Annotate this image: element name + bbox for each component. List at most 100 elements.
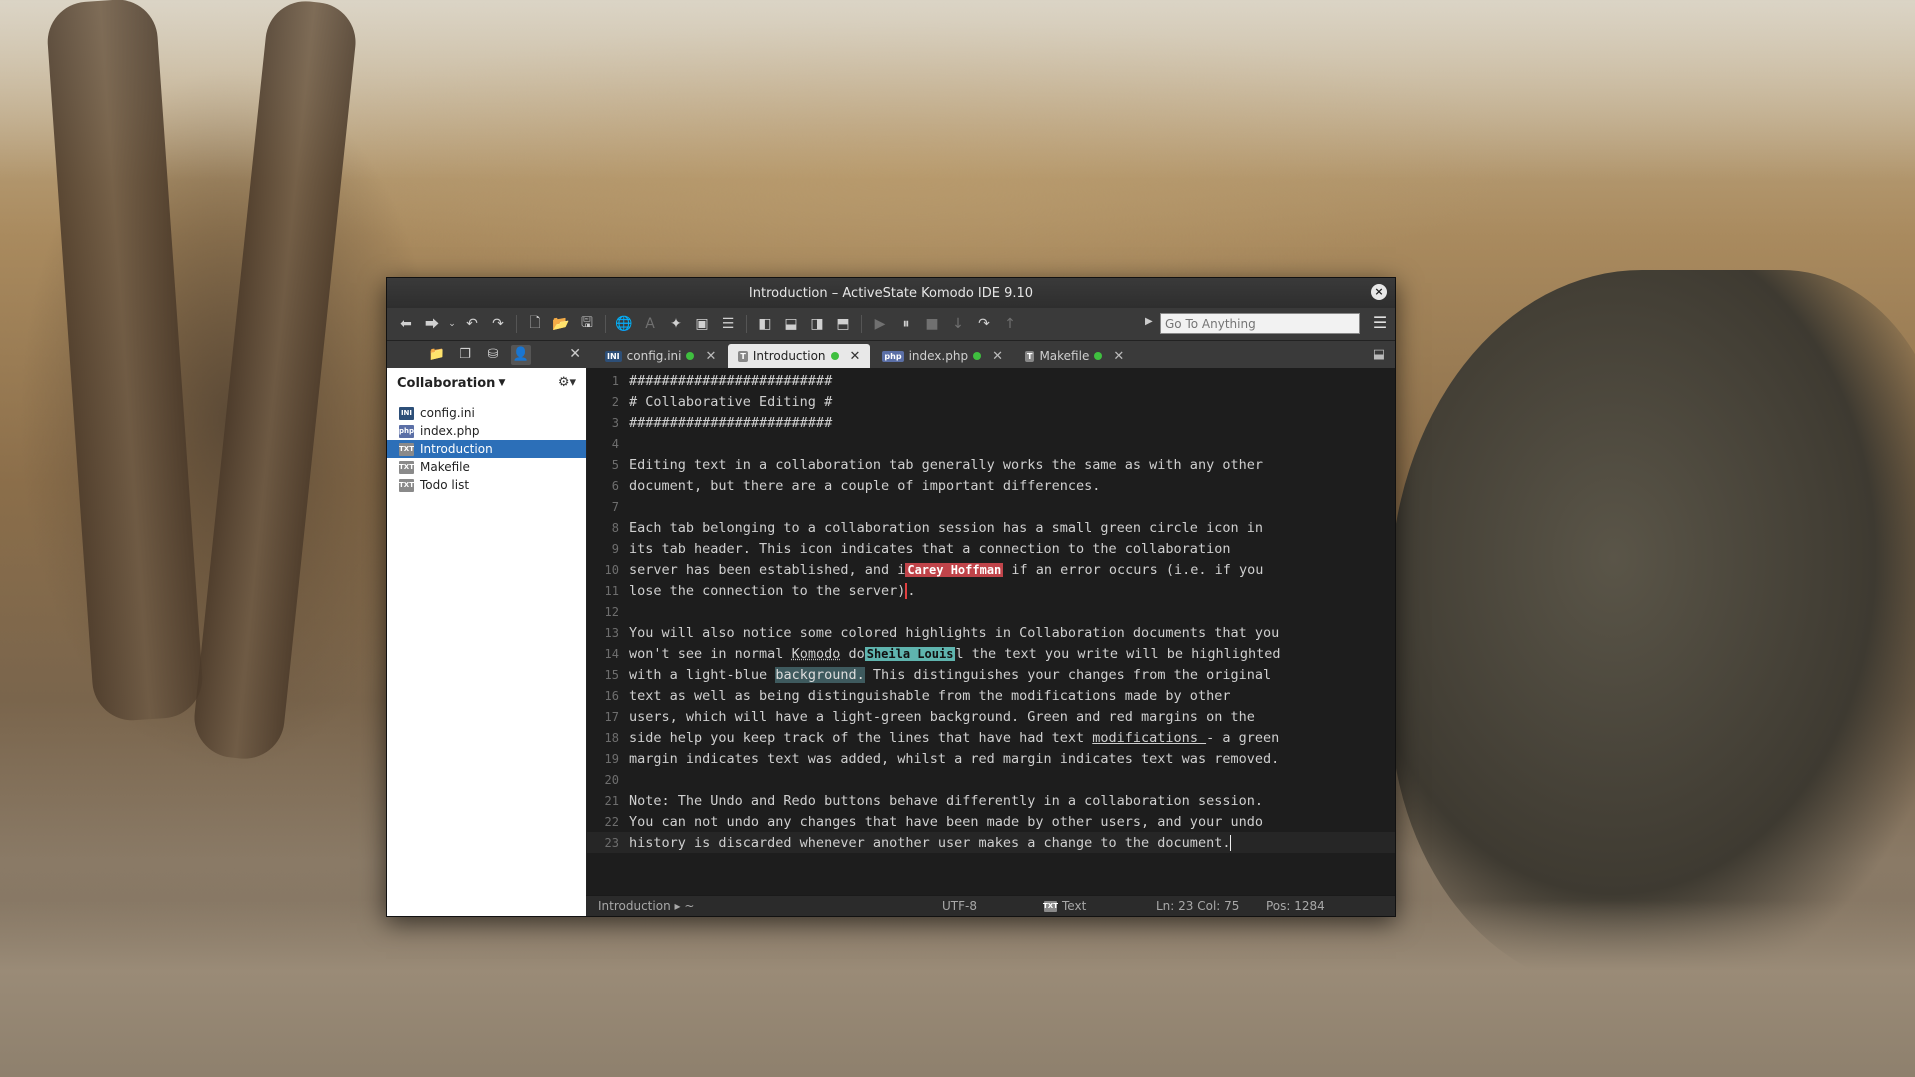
save-icon[interactable]: 🖫 — [576, 313, 598, 335]
sidebar-tab-icons: 📁 ❐ ⛁ 👤 ✕ — [387, 341, 587, 368]
sidebar-item-index-php[interactable]: php index.php — [387, 422, 586, 440]
forward-arrow-icon[interactable]: ⮕ — [421, 313, 443, 335]
places-folder-icon[interactable]: 📁 — [427, 345, 447, 365]
tab-label: config.ini — [626, 349, 682, 363]
line-text: document, but there are a couple of impo… — [629, 477, 1101, 494]
sidebar-item-makefile[interactable]: TXT Makefile — [387, 458, 586, 476]
toggle-bottom-pane-icon[interactable]: ⬓ — [1373, 347, 1385, 362]
editor-line: 13 You will also notice some colored high… — [587, 622, 1395, 643]
chevron-down-icon[interactable]: ▼ — [498, 378, 505, 388]
wallpaper-ground — [0, 900, 1915, 1077]
line-text: Each tab belonging to a collaboration se… — [629, 519, 1263, 536]
close-tab-icon[interactable]: ✕ — [850, 349, 861, 364]
line-number: 5 — [611, 457, 619, 472]
goto-scope-arrow-icon[interactable]: ▶ — [1145, 316, 1153, 327]
database-icon[interactable]: ⛁ — [483, 345, 503, 365]
status-breadcrumb[interactable]: Introduction ▸ ~ — [598, 899, 694, 913]
bottom-pane-toggle-icon[interactable]: ⬓ — [780, 313, 802, 335]
browser-preview-icon[interactable]: 🌐 — [613, 313, 635, 335]
collaboration-icon[interactable]: 👤 — [511, 344, 531, 365]
line-text-part: won't see in normal — [629, 645, 792, 662]
tab-config-ini[interactable]: INI config.ini ✕ — [595, 344, 727, 368]
line-text: text as well as being distinguishable fr… — [629, 687, 1231, 704]
tab-makefile[interactable]: T Makefile ✕ — [1014, 344, 1135, 368]
line-text: You can not undo any changes that have b… — [629, 813, 1263, 830]
step-out-icon[interactable]: ↑ — [999, 313, 1021, 335]
editor-line: 22 You can not undo any changes that have… — [587, 811, 1395, 832]
status-char-pos: Pos: 1284 — [1266, 899, 1325, 913]
toolbox-icon[interactable]: ✦ — [665, 313, 687, 335]
status-language-label: Text — [1062, 899, 1087, 913]
line-text: with a light-blue background. This disti… — [629, 666, 1272, 683]
new-file-icon[interactable]: 🗋 — [524, 313, 546, 335]
remote-user-tag-sheila: Sheila Louis — [864, 646, 956, 661]
editor-line: 6 document, but there are a couple of imp… — [587, 475, 1395, 496]
open-files-icon[interactable]: ❐ — [455, 345, 475, 365]
undo-icon[interactable]: ↶ — [461, 313, 483, 335]
line-number: 9 — [611, 541, 619, 556]
toolbar-divider — [516, 315, 517, 333]
line-text-part: do — [840, 645, 865, 662]
line-text-part: - a green — [1206, 729, 1280, 746]
sidebar-item-label: Introduction — [420, 442, 493, 456]
focus-mode-icon[interactable]: ⬒ — [832, 313, 854, 335]
line-text-part: This distinguishes your changes from the… — [864, 666, 1272, 683]
close-window-button[interactable]: × — [1371, 284, 1387, 300]
line-text-part: l the text you write will be highlighted — [955, 645, 1281, 662]
line-number: 12 — [604, 604, 619, 619]
pause-icon[interactable]: ⏸ — [895, 313, 917, 335]
collab-status-dot-icon — [973, 352, 982, 360]
sidebar-item-todo-list[interactable]: TXT Todo list — [387, 476, 586, 494]
sidebar-header[interactable]: Collaboration ▼ ⚙▾ — [387, 368, 586, 398]
window-title: Introduction – ActiveState Komodo IDE 9.… — [748, 285, 1034, 301]
stop-icon[interactable]: ■ — [921, 313, 943, 335]
php-file-icon: php — [399, 424, 414, 438]
open-folder-icon[interactable]: 📂 — [550, 313, 572, 335]
back-arrow-icon[interactable]: ⬅ — [395, 313, 417, 335]
redo-icon[interactable]: ↷ — [487, 313, 509, 335]
format-icon[interactable]: ☰ — [717, 313, 739, 335]
close-tab-icon[interactable]: ✕ — [705, 349, 716, 364]
sidebar-item-introduction[interactable]: TXT Introduction — [387, 440, 586, 458]
right-pane-toggle-icon[interactable]: ◨ — [806, 313, 828, 335]
line-number: 18 — [604, 730, 619, 745]
gear-icon[interactable]: ⚙▾ — [558, 375, 576, 390]
tab-introduction[interactable]: T Introduction ✕ — [728, 344, 871, 368]
left-pane-toggle-icon[interactable]: ◧ — [754, 313, 776, 335]
sidebar-item-label: index.php — [420, 424, 480, 438]
close-sidebar-icon[interactable]: ✕ — [569, 346, 581, 362]
collab-status-dot-icon — [686, 352, 695, 360]
line-number: 11 — [604, 583, 619, 598]
code-editor[interactable]: 1 ######################### 2 # Collaborat… — [587, 368, 1395, 916]
line-number: 2 — [611, 394, 619, 409]
remote-user-tag-carey: Carey Hoffman — [905, 562, 1004, 577]
close-tab-icon[interactable]: ✕ — [992, 349, 1003, 364]
line-text: Note: The Undo and Redo buttons behave d… — [629, 792, 1263, 809]
run-icon[interactable]: ▶ — [869, 313, 891, 335]
font-icon[interactable]: A — [639, 313, 661, 335]
sidebar-item-config-ini[interactable]: INI config.ini — [387, 404, 586, 422]
line-number: 21 — [604, 793, 619, 808]
tab-index-php[interactable]: php index.php ✕ — [872, 344, 1013, 368]
status-encoding[interactable]: UTF-8 — [942, 899, 977, 913]
step-in-icon[interactable]: ↓ — [947, 313, 969, 335]
editor-line: 12 — [587, 601, 1395, 622]
history-dropdown-icon[interactable]: ⌄ — [447, 313, 457, 335]
status-language[interactable]: TXT Text — [1043, 899, 1087, 913]
go-to-anything-input[interactable] — [1160, 313, 1360, 334]
local-change-highlight: background. — [775, 666, 865, 683]
status-bar: Introduction ▸ ~ UTF-8 TXT Text Ln: 23 C… — [586, 895, 1395, 916]
editor-line: 17 users, which will have a light-green b… — [587, 706, 1395, 727]
text-file-icon: TXT — [399, 442, 414, 456]
line-number: 7 — [611, 499, 619, 514]
status-line-col: Ln: 23 Col: 75 — [1156, 899, 1240, 913]
editor-line: 2 # Collaborative Editing # — [587, 391, 1395, 412]
close-tab-icon[interactable]: ✕ — [1113, 349, 1124, 364]
menu-icon[interactable]: ☰ — [1371, 314, 1389, 332]
terminal-icon[interactable]: ▣ — [691, 313, 713, 335]
step-over-icon[interactable]: ↷ — [973, 313, 995, 335]
komodo-window: Introduction – ActiveState Komodo IDE 9.… — [386, 277, 1396, 917]
collab-status-dot-icon — [1094, 352, 1103, 360]
tab-label: Introduction — [752, 349, 826, 363]
editor-line: 4 — [587, 433, 1395, 454]
